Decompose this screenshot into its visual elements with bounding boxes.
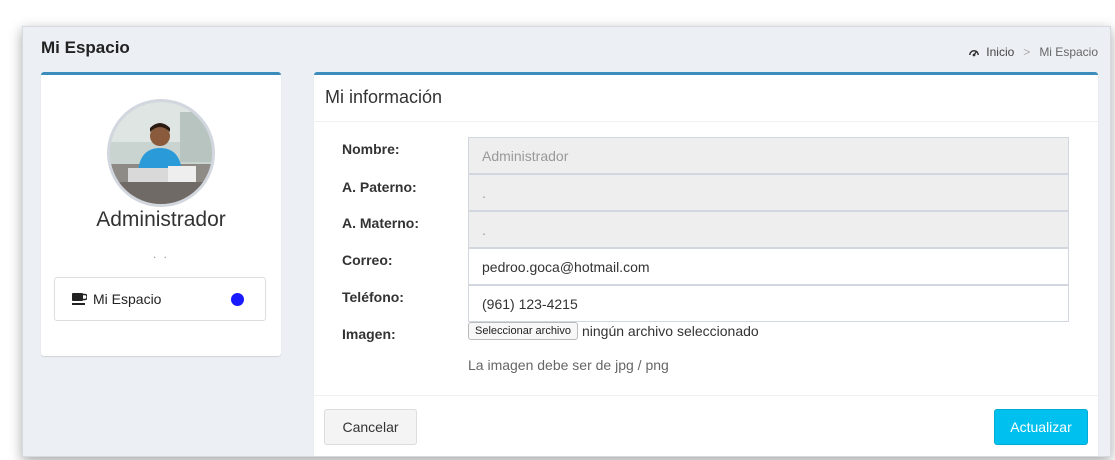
- coffee-cup-icon: [72, 293, 87, 305]
- nombre-field[interactable]: Administrador: [468, 137, 1069, 174]
- phone-field[interactable]: (961) 123-4215: [468, 285, 1069, 322]
- update-button[interactable]: Actualizar: [994, 409, 1088, 445]
- status-dot: [231, 293, 244, 306]
- card-title: Mi información: [325, 87, 443, 107]
- avatar-photo: [110, 102, 212, 204]
- avatar: [107, 99, 215, 207]
- image-help-text: La imagen debe ser de jpg / png: [468, 357, 669, 373]
- file-status: ningún archivo seleccionado: [582, 323, 759, 339]
- profile-subtitle: . .: [152, 247, 169, 261]
- card-header: Mi información: [314, 75, 1098, 122]
- breadcrumb-home-link[interactable]: Inicio: [986, 45, 1014, 59]
- sidebar-item-mi-espacio[interactable]: Mi Espacio: [54, 277, 266, 321]
- app-window: Mi Espacio Inicio > Mi Espacio Administr…: [22, 26, 1111, 457]
- email-field[interactable]: pedroo.goca@hotmail.com: [468, 248, 1069, 285]
- breadcrumb: Inicio > Mi Espacio: [968, 45, 1098, 59]
- cancel-button[interactable]: Cancelar: [324, 409, 417, 445]
- profile-card: Administrador . . Mi Espacio: [41, 72, 281, 356]
- a-paterno-field[interactable]: .: [468, 174, 1069, 211]
- sidebar-item-label: Mi Espacio: [93, 291, 162, 307]
- label-correo: Correo:: [342, 252, 393, 268]
- file-input: Seleccionar archivo ningún archivo selec…: [468, 322, 759, 340]
- choose-file-button[interactable]: Seleccionar archivo: [468, 322, 578, 340]
- a-materno-field[interactable]: .: [468, 211, 1069, 248]
- breadcrumb-current: Mi Espacio: [1039, 45, 1098, 59]
- page-title: Mi Espacio: [41, 38, 130, 57]
- dashboard-icon: [969, 50, 980, 57]
- profile-name: Administrador: [96, 208, 226, 231]
- label-imagen: Imagen:: [342, 326, 396, 342]
- label-telefono: Teléfono:: [342, 289, 404, 305]
- label-nombre: Nombre:: [342, 141, 400, 157]
- breadcrumb-separator: >: [1023, 45, 1031, 59]
- card-footer: Cancelar Actualizar: [314, 395, 1098, 456]
- label-a-materno: A. Materno:: [342, 215, 419, 231]
- info-card: Mi información Nombre: Administrador A. …: [314, 72, 1098, 456]
- label-a-paterno: A. Paterno:: [342, 179, 417, 195]
